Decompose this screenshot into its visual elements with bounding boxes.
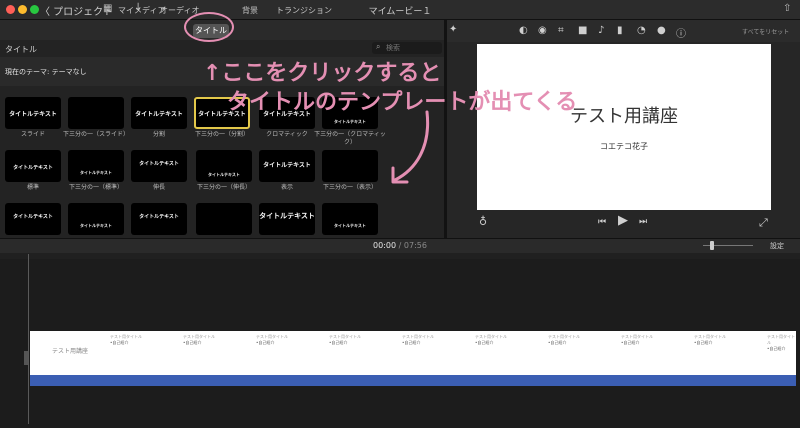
title-template-thumb[interactable]: タイトルテキスト [131,203,187,235]
title-template-caption: 下三分の一（スライド） [62,131,129,138]
title-template-caption: 下三分の一（分割） [194,131,249,138]
fullscreen-icon[interactable]: ⤢ [759,216,768,230]
play-icon[interactable]: ▶ [618,213,628,228]
settings-button[interactable]: 設定 [770,241,784,251]
clip-segment: テスト用タイトル •自己紹介 [110,334,142,345]
title-template-thumb[interactable]: タイトルテキスト [196,150,252,182]
stabilization-icon[interactable]: ■ [578,25,587,36]
title-template-thumb[interactable]: タイトルテキスト [68,203,124,235]
skip-back-icon[interactable]: ⏮ [598,217,606,227]
reset-all-button[interactable]: すべてをリセット [742,27,789,36]
zoom-slider-knob[interactable] [710,241,714,250]
title-template-thumb[interactable] [68,97,124,129]
clip-segment: テスト用タイトル •自己紹介 [402,334,434,345]
timeline-handle[interactable] [24,351,28,365]
volume-icon[interactable]: ♪ [598,25,604,36]
tab-backgrounds[interactable]: 背景 [242,5,258,16]
timeline-ruler [0,253,800,259]
tab-transitions[interactable]: トランジション [276,5,332,16]
title-template-thumb[interactable]: タイトルテキスト [131,97,187,129]
title-template-caption: 下三分の一（クロマティック） [314,131,386,146]
search-icon: ⌕ [376,42,381,51]
speed-icon[interactable]: ◔ [637,25,646,36]
clip-segment: テスト用タイトル •自己紹介 [475,334,507,345]
magic-wand-icon[interactable]: ✦ [449,24,457,35]
title-template-thumb[interactable]: タイトルテキスト [5,150,61,182]
skip-forward-icon[interactable]: ⏭ [639,217,647,227]
title-template-caption: 標準 [26,184,39,191]
title-template-thumb[interactable]: タイトルテキスト [259,150,315,182]
clip-segment: テスト用タイトル •自己紹介 [548,334,580,345]
tab-my-media[interactable]: マイメディア [118,5,165,16]
clip-title: テスト用講座 [52,348,89,355]
clip-segment: テスト用タイトル •自己紹介 [767,334,795,351]
title-template-caption: 表示 [280,184,293,191]
annotation-line-1: ↑ここをクリックすると [203,61,442,86]
current-time: 00:00 [373,241,397,250]
title-template-thumb[interactable]: タイトルテキスト [68,150,124,182]
equalizer-icon[interactable]: ▮ [617,25,623,36]
section-label: タイトル [5,45,37,54]
title-template-thumb[interactable]: タイトルテキスト [5,203,61,235]
clip-segment: テスト用タイトル •自己紹介 [329,334,361,345]
title-template-caption: 分割 [152,131,165,138]
title-template-caption: 下三分の一（伸長） [196,184,251,191]
clip-segment: テスト用タイトル •自己紹介 [621,334,653,345]
search-input[interactable]: 検索 [372,42,442,54]
share-icon[interactable]: ⇧ [783,3,791,14]
title-template-thumb[interactable]: タイトルテキスト [131,150,187,182]
title-template-caption: 下三分の一（標準） [68,184,123,191]
title-template-caption: スライド [20,131,45,138]
crop-icon[interactable]: ⌗ [558,25,564,36]
timecode: 00:00 / 07:56 [0,241,800,250]
color-correction-icon[interactable]: ◉ [538,25,547,36]
title-template-caption: 伸長 [152,184,165,191]
title-template-thumb[interactable] [196,203,252,235]
microphone-icon[interactable]: ♁ [479,215,487,228]
highlight-circle [184,12,234,42]
annotation-arrow [391,110,430,184]
audio-waveform-track[interactable] [30,375,796,386]
playhead[interactable] [28,254,29,424]
filter-icon[interactable]: ● [657,25,666,36]
clip-segment: テスト用タイトル •自己紹介 [183,334,215,345]
clip-segment: テスト用タイトル •自己紹介 [694,334,726,345]
title-template-thumb[interactable] [322,150,378,182]
clip-segment: テスト用タイトル •自己紹介 [256,334,288,345]
total-time: 07:56 [403,241,427,250]
current-theme-label: 現在のテーマ: テーマなし [5,68,87,76]
color-balance-icon[interactable]: ◐ [519,25,528,36]
title-template-caption: クロマティック [266,131,308,138]
time-separator: / [398,241,402,250]
title-template-caption: 下三分の一（表示） [322,184,377,191]
info-icon[interactable]: ⓘ [676,25,686,40]
title-template-thumb[interactable]: タイトルテキスト [322,203,378,235]
title-template-thumb[interactable]: タイトルテキスト [5,97,61,129]
preview-subtitle-text: コエテコ花子 [600,142,648,151]
title-template-thumb[interactable]: タイトルテキスト [259,203,315,235]
